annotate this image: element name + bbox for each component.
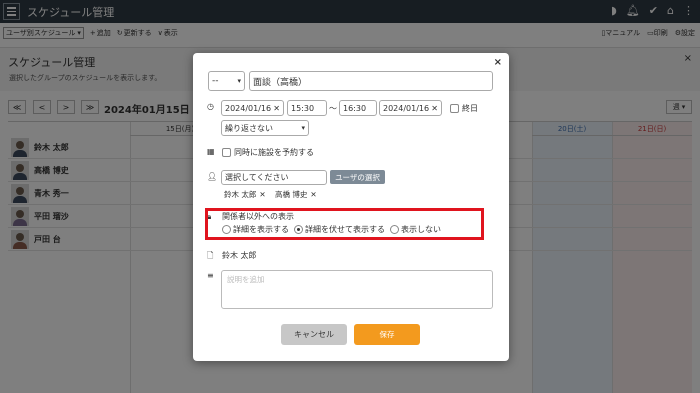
building-icon: ▦	[207, 147, 215, 156]
user-chip: 高橋 博史 ✕	[275, 189, 317, 200]
document-icon: 🗋	[207, 251, 214, 260]
owner-name: 鈴木 太郎	[222, 251, 257, 260]
title-input[interactable]: 面談（高橋）	[249, 71, 493, 91]
person-icon: 👤︎	[207, 172, 218, 181]
user-select-button[interactable]: ユーザの選択	[330, 170, 385, 184]
remove-icon[interactable]: ✕	[310, 190, 316, 199]
repeat-value: 繰り返さない	[225, 123, 273, 133]
text-lines-icon: ≡	[207, 271, 214, 280]
start-date-input[interactable]: 2024/01/16 ✕	[221, 100, 284, 116]
save-button[interactable]: 保存	[354, 324, 420, 345]
facility-label: 同時に施設を予約する	[234, 148, 314, 157]
start-date-value: 2024/01/16	[225, 103, 272, 113]
title-value: 面談（高橋）	[253, 77, 308, 88]
end-time-input[interactable]: 16:30	[339, 100, 377, 116]
end-date-input[interactable]: 2024/01/16 ✕	[379, 100, 442, 116]
chevron-down-icon: ▾	[301, 124, 305, 132]
repeat-select[interactable]: 繰り返さない ▾	[221, 120, 309, 136]
category-value: --	[212, 76, 219, 86]
user-chip: 鈴木 太郎 ✕	[224, 189, 266, 200]
category-select[interactable]: -- ▾	[208, 71, 245, 91]
all-day-label: 終日	[462, 104, 478, 113]
user-chip-label: 高橋 博史	[275, 190, 308, 199]
range-separator: ～	[329, 104, 337, 113]
visibility-highlight-frame	[205, 208, 484, 240]
description-textarea[interactable]: 説明を追加	[221, 270, 493, 309]
remove-icon[interactable]: ✕	[259, 190, 265, 199]
end-date-value: 2024/01/16	[383, 103, 430, 113]
clear-icon[interactable]: ✕	[431, 104, 438, 113]
cancel-button[interactable]: キャンセル	[281, 324, 347, 345]
clear-icon[interactable]: ✕	[273, 104, 280, 113]
end-time-value: 16:30	[343, 103, 367, 113]
all-day-checkbox[interactable]: 終日	[450, 103, 478, 114]
user-input-placeholder: 選択してください	[225, 173, 289, 182]
chevron-down-icon: ▾	[237, 77, 241, 85]
checkbox-box[interactable]	[450, 104, 459, 113]
close-icon[interactable]: ×	[494, 57, 502, 68]
checkbox-box[interactable]	[222, 148, 231, 157]
start-time-input[interactable]: 15:30	[287, 100, 327, 116]
user-input[interactable]: 選択してください	[221, 170, 327, 185]
facility-checkbox[interactable]: 同時に施設を予約する	[222, 147, 314, 158]
user-chip-label: 鈴木 太郎	[224, 190, 257, 199]
start-time-value: 15:30	[291, 103, 315, 113]
schedule-edit-dialog: × -- ▾ 面談（高橋） ◷ 2024/01/16 ✕ 15:30 ～ 16:…	[193, 53, 509, 361]
clock-icon: ◷	[207, 102, 214, 111]
